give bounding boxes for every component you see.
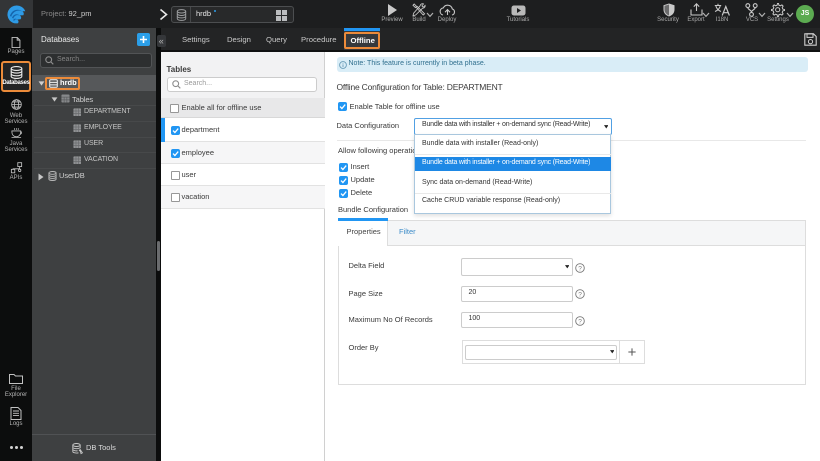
- svg-text:?: ?: [578, 292, 582, 299]
- svg-text:?: ?: [578, 318, 582, 325]
- svg-text:?: ?: [578, 265, 582, 272]
